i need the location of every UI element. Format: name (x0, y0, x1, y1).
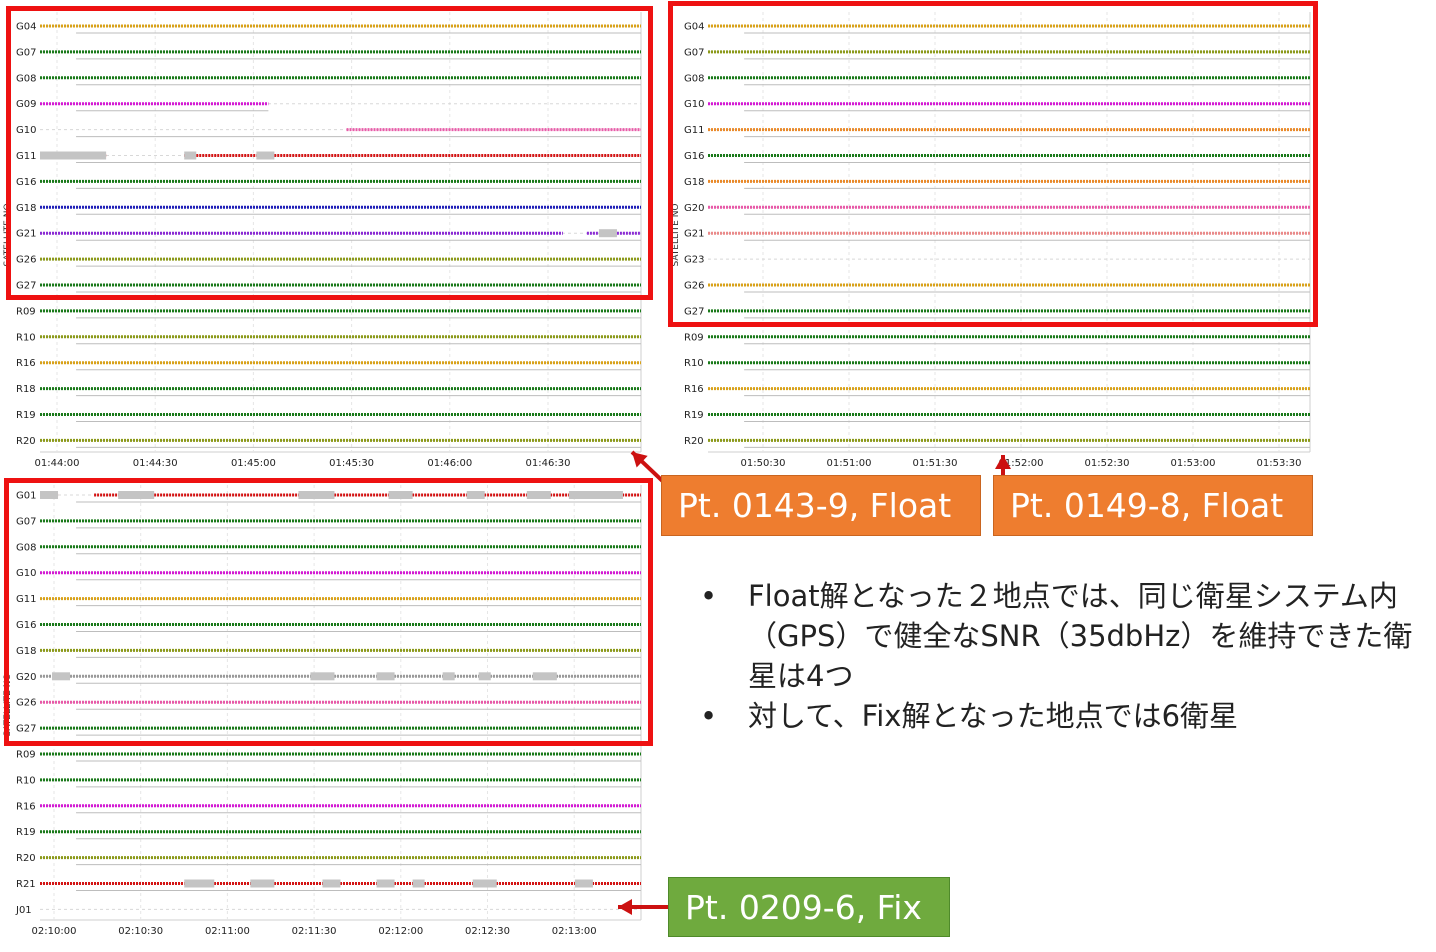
degraded-segment (322, 879, 341, 888)
x-tick-label: 02:11:30 (292, 926, 337, 937)
callout-label: Pt. 0209-6, Fix (685, 887, 922, 927)
satellite-label: R16 (684, 384, 704, 395)
satellite-label: R19 (16, 410, 36, 421)
degraded-segment (412, 879, 425, 888)
callout-label: Pt. 0143-9, Float (678, 486, 952, 525)
x-tick-label: 01:44:30 (133, 458, 178, 469)
arrow-pt-0149-8-head (995, 455, 1011, 469)
x-tick-label: 01:46:30 (526, 458, 571, 469)
satellite-label: R16 (16, 801, 36, 812)
satellite-label: R21 (16, 879, 36, 890)
satellite-label: R16 (16, 358, 36, 369)
x-tick-label: 02:10:30 (118, 926, 163, 937)
degraded-segment (250, 879, 275, 888)
degraded-segment (574, 879, 593, 888)
note-text-2: 対して、Fix解となった地点では6衛星 (748, 699, 1239, 733)
x-tick-label: 01:52:00 (999, 458, 1044, 469)
x-tick-label: 02:10:00 (32, 926, 77, 937)
highlight-frame-gps-panel-1 (6, 6, 653, 300)
x-tick-label: 02:13:00 (552, 926, 597, 937)
arrow-pt-0143-9-head (632, 452, 648, 468)
satellite-label: R18 (16, 384, 36, 395)
note-item-1: • Float解となった２地点では、同じ衛星システム内（GPS）で健全なSNR（… (700, 576, 1420, 696)
highlight-frame-gps-panel-2 (668, 1, 1318, 327)
x-tick-label: 01:46:00 (427, 458, 472, 469)
notes-list: • Float解となった２地点では、同じ衛星システム内（GPS）で健全なSNR（… (700, 576, 1420, 736)
satellite-label: R10 (16, 775, 36, 786)
x-tick-label: 01:50:30 (741, 458, 786, 469)
x-tick-label: 01:51:30 (913, 458, 958, 469)
degraded-segment (376, 879, 395, 888)
note-item-2: • 対して、Fix解となった地点では6衛星 (700, 696, 1420, 736)
x-tick-label: 02:12:30 (465, 926, 510, 937)
x-tick-label: 01:45:30 (329, 458, 374, 469)
satellite-label: R09 (16, 306, 36, 317)
note-text-1: Float解となった２地点では、同じ衛星システム内（GPS）で健全なSNR（35… (748, 579, 1413, 693)
bullet-marker: • (700, 579, 718, 613)
arrow-pt-0209-6-head (618, 899, 632, 915)
highlight-frame-gps-panel-3 (4, 478, 653, 746)
x-tick-label: 01:51:00 (827, 458, 872, 469)
satellite-label: J01 (15, 905, 32, 916)
callout-label: Pt. 0149-8, Float (1010, 486, 1284, 525)
degraded-segment (184, 879, 215, 888)
bullet-marker: • (700, 699, 718, 733)
callout-pt-0143-9: Pt. 0143-9, Float (661, 475, 981, 536)
satellite-label: R10 (684, 358, 704, 369)
x-tick-label: 01:45:00 (231, 458, 276, 469)
x-tick-label: 02:11:00 (205, 926, 250, 937)
satellite-label: R19 (16, 827, 36, 838)
x-tick-label: 02:12:00 (378, 926, 423, 937)
x-tick-label: 01:52:30 (1085, 458, 1130, 469)
satellite-label: R20 (16, 853, 36, 864)
satellite-label: R19 (684, 410, 704, 421)
x-tick-label: 01:53:00 (1171, 458, 1216, 469)
satellite-label: R09 (684, 332, 704, 343)
x-tick-label: 01:44:00 (35, 458, 80, 469)
degraded-segment (472, 879, 497, 888)
callout-pt-0149-8: Pt. 0149-8, Float (993, 475, 1313, 536)
satellite-label: R09 (16, 750, 36, 761)
satellite-label: R20 (684, 436, 704, 447)
satellite-label: R20 (16, 436, 36, 447)
satellite-label: R10 (16, 332, 36, 343)
callout-pt-0209-6: Pt. 0209-6, Fix (668, 877, 950, 937)
x-tick-label: 01:53:30 (1257, 458, 1302, 469)
